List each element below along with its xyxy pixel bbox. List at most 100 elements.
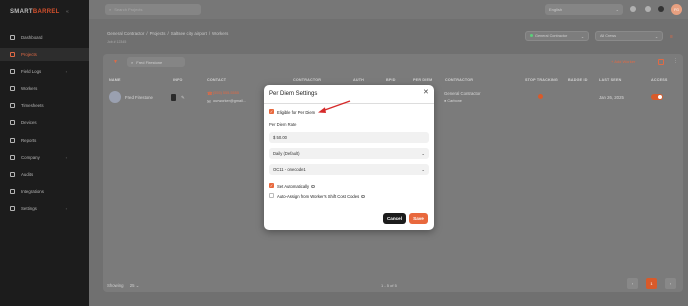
edit-icon[interactable]: ✎ [181, 95, 185, 101]
id-card-icon [171, 94, 176, 101]
worker-contractor: General Contractor [444, 91, 481, 96]
help-icon[interactable] [658, 6, 664, 12]
info-icon[interactable]: i [361, 194, 365, 198]
save-button[interactable]: Save [409, 213, 428, 224]
worker-contractor-sub-text: Carbone [447, 99, 462, 103]
rate-label: Per Diem Rate [269, 122, 297, 127]
worker-email[interactable]: ourworker@gmail... [213, 99, 246, 103]
worker-avatar [109, 91, 121, 103]
page-size-select[interactable]: 25 [130, 283, 135, 288]
contractor-filter[interactable]: General Contractor ⌄ [525, 31, 589, 41]
notification-icon[interactable] [630, 6, 636, 12]
logo[interactable]: SMARTBARREL [10, 9, 60, 15]
frequency-value: Daily (Default) [273, 151, 300, 156]
sidebar-item-timesheets[interactable]: Timesheets [0, 99, 89, 112]
logo-text-1: SMART [10, 9, 33, 15]
sidebar-item-dashboard[interactable]: Dashboard [0, 31, 89, 44]
chevron-down-icon: ⌄ [421, 151, 425, 156]
sidebar-item-label: Projects [21, 52, 37, 57]
prev-page-button[interactable]: ‹ [627, 278, 638, 289]
frequency-select[interactable]: Daily (Default) ⌄ [269, 148, 429, 159]
auto-assign-checkbox[interactable] [269, 193, 274, 198]
phone-icon: ☎ [207, 91, 213, 96]
clock-icon [10, 103, 15, 108]
current-page-button[interactable]: 1 [646, 278, 657, 289]
search-input[interactable]: ⌕ Search Projects [105, 4, 201, 15]
rate-value: $ 50.00 [273, 135, 287, 140]
column-header[interactable]: CONTRACTOR [445, 78, 473, 82]
breadcrumb-separator: / [208, 31, 211, 36]
sidebar-item-label: Company [21, 155, 40, 160]
chevron-down-icon: ⌄ [421, 167, 425, 172]
settings-sliders-icon[interactable]: ≡ [670, 34, 673, 40]
sidebar-item-devices[interactable]: Devices [0, 116, 89, 129]
avatar[interactable]: FG [671, 4, 682, 15]
close-icon[interactable]: ✕ [423, 89, 429, 96]
language-select[interactable]: English ⌄ [545, 4, 623, 15]
column-header[interactable]: BPID [386, 78, 396, 82]
column-header[interactable]: ACCESS [651, 78, 668, 82]
chevron-right-icon: › [65, 155, 67, 160]
column-header[interactable]: AUTH [353, 78, 364, 82]
showing-label: Showing [107, 283, 124, 288]
search-icon: ⌕ [109, 7, 112, 12]
worker-search-input[interactable]: ⌕ Fred Firestone [127, 57, 185, 67]
cancel-button[interactable]: Cancel [383, 213, 406, 224]
worker-phone[interactable]: (555) 555-5555 [213, 91, 239, 95]
search-placeholder: Search Projects [114, 7, 143, 12]
breadcrumb-item[interactable]: Workers [212, 31, 228, 36]
sidebar-item-integrations[interactable]: Integrations [0, 185, 89, 198]
rate-input[interactable]: $ 50.00 [269, 132, 429, 143]
sidebar-item-label: Dashboard [21, 35, 43, 40]
breadcrumb-item[interactable]: Saltsee city airport [171, 31, 207, 36]
sidebar-item-label: Audits [21, 172, 34, 177]
worker-last-seen: Jan 26, 2025 [599, 95, 624, 100]
sidebar-item-projects[interactable]: Projects [0, 48, 89, 61]
next-page-button[interactable]: › [665, 278, 676, 289]
stop-tracking-icon[interactable] [538, 94, 543, 99]
collapse-sidebar-icon[interactable]: « [66, 9, 69, 15]
sidebar-item-field-logs[interactable]: Field Logs › [0, 65, 89, 78]
language-value: English [549, 7, 563, 12]
sidebar-item-audits[interactable]: Audits [0, 168, 89, 181]
modal-divider [264, 103, 434, 104]
sidebar-item-workers[interactable]: Workers [0, 82, 89, 95]
breadcrumb-separator: / [167, 31, 169, 36]
set-automatically-checkbox[interactable]: ✓ [269, 183, 274, 188]
sidebar-item-reports[interactable]: Reports [0, 134, 89, 147]
column-header[interactable]: STOP TRACKING [525, 78, 558, 82]
clipboard-icon [10, 69, 15, 74]
breadcrumb-item[interactable]: Projects [150, 31, 166, 36]
column-header[interactable]: BADGE ID [568, 78, 588, 82]
sidebar-item-company[interactable]: Company › [0, 151, 89, 164]
crews-filter-value: All Crews [600, 34, 617, 38]
add-worker-label: Add Worker [614, 59, 636, 64]
export-icon[interactable] [658, 59, 664, 65]
cost-code-select[interactable]: OC11 - onecode1 ⌄ [269, 164, 429, 175]
logo-text-2: BARREL [32, 9, 60, 15]
worker-name[interactable]: Fred Firestone [125, 95, 153, 100]
sidebar-item-settings[interactable]: Settings › [0, 202, 89, 215]
column-header[interactable]: CONTRACTOR [293, 78, 321, 82]
column-header[interactable]: LAST SEEN [599, 78, 622, 82]
mail-icon: ✉ [207, 99, 211, 104]
crews-filter[interactable]: All Crews ⌄ [595, 31, 663, 41]
set-automatically-label: Set Automatically i [277, 184, 315, 189]
sidebar-item-label: Settings [21, 206, 37, 211]
column-header[interactable]: CONTACT [207, 78, 226, 82]
info-icon[interactable]: i [311, 184, 315, 188]
set-automatically-text: Set Automatically [277, 183, 310, 189]
eligible-checkbox[interactable]: ✓ [269, 109, 274, 114]
column-header[interactable]: NAME [109, 78, 121, 82]
page-subtitle: Job # 12345 [107, 40, 127, 44]
more-icon[interactable]: ⋮ [673, 58, 678, 64]
filter-icon[interactable]: ▼ [113, 59, 118, 65]
column-header[interactable]: INFO [173, 78, 183, 82]
add-worker-button[interactable]: + Add Worker [611, 59, 635, 64]
column-header[interactable]: PER DIEM [413, 78, 432, 82]
sidebar-item-label: Integrations [21, 189, 44, 194]
theme-icon[interactable] [645, 6, 651, 12]
breadcrumb-item[interactable]: General Contractor [107, 31, 144, 36]
auto-assign-text: Auto-Assign from Worker's Shift Cost Cod… [277, 193, 360, 199]
access-toggle[interactable] [651, 94, 663, 100]
